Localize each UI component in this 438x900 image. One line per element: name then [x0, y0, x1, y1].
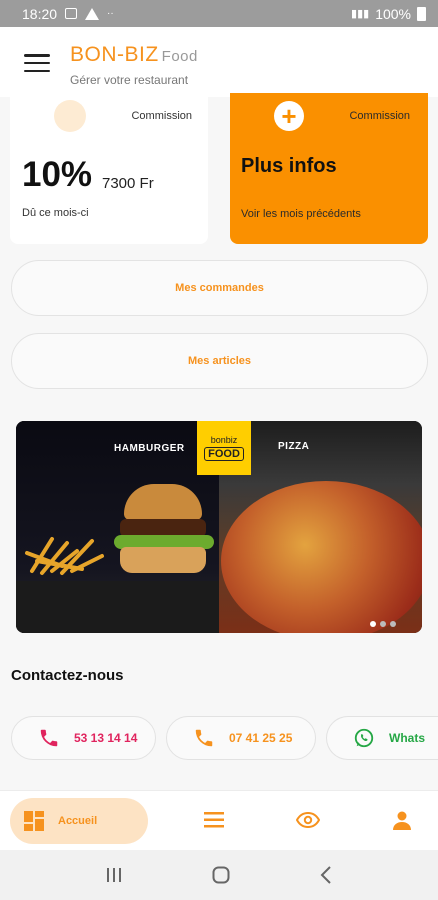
- back-icon[interactable]: [319, 866, 333, 884]
- burger-bun-bottom: [120, 547, 206, 573]
- tray-decoration: [16, 581, 219, 633]
- nav-home-label: Accueil: [58, 815, 98, 827]
- bottom-navigation: Accueil: [0, 790, 438, 850]
- hamburger-label: HAMBURGER: [114, 443, 185, 454]
- logo-bottom-text: FOOD: [204, 447, 244, 461]
- contact-title: Contactez-nous: [11, 667, 124, 684]
- plus-icon[interactable]: +: [274, 101, 304, 131]
- menu-icon[interactable]: [204, 812, 224, 828]
- contact-whatsapp[interactable]: Whats: [326, 716, 438, 760]
- commission-card: Commission 10% 7300 Fr Dû ce mois-ci: [10, 97, 208, 244]
- commission-amount: 7300 Fr: [102, 175, 154, 192]
- contact-phone-2[interactable]: 07 41 25 25: [166, 716, 316, 760]
- home-button-icon[interactable]: [212, 866, 230, 884]
- battery-icon: [417, 6, 426, 21]
- hamburger-menu-icon[interactable]: [24, 54, 50, 72]
- more-notifications-icon: ··: [107, 8, 114, 19]
- user-icon[interactable]: [392, 810, 412, 830]
- commission-icon: [54, 100, 86, 132]
- phone-icon: [40, 729, 58, 747]
- info-commission-label: Commission: [349, 110, 410, 122]
- brand-subtitle: Gérer votre restaurant: [70, 73, 189, 87]
- commission-period: Dû ce mois-ci: [22, 207, 89, 219]
- eye-icon[interactable]: [296, 812, 320, 828]
- commission-percentage: 10%: [22, 155, 93, 194]
- signal-icon: ▮▮▮: [351, 8, 370, 20]
- app-header: BON-BIZ Food Gérer votre restaurant: [0, 27, 438, 97]
- carousel-dot[interactable]: [380, 621, 386, 627]
- nav-home[interactable]: Accueil: [10, 798, 148, 844]
- status-time: 18:20: [22, 5, 58, 22]
- commission-label: Commission: [131, 110, 192, 122]
- system-navigation-bar: [0, 850, 438, 900]
- phone-number-1: 53 13 14 14: [74, 731, 138, 745]
- app-screen: 18:20 ·· ▮▮▮ 100% BON-BIZ Food Gérer votr…: [0, 0, 438, 900]
- carousel-dot[interactable]: [370, 621, 376, 627]
- my-articles-button[interactable]: Mes articles: [11, 333, 428, 389]
- pizza-label: PIZZA: [278, 441, 310, 452]
- logo-top-text: bonbiz: [210, 435, 238, 445]
- battery-percent: 100%: [375, 5, 411, 22]
- carousel-dot[interactable]: [390, 621, 396, 627]
- brand-title: BON-BIZ Food: [70, 43, 198, 67]
- brand-name: BON-BIZ: [70, 43, 159, 66]
- pizza-illustration: [221, 481, 422, 633]
- burger-bun-top: [124, 484, 202, 520]
- more-info-card[interactable]: + Commission Plus infos Voir les mois pr…: [230, 93, 428, 244]
- promo-banner[interactable]: HAMBURGER PIZZA bonbiz FOOD: [16, 421, 422, 633]
- previous-months-link[interactable]: Voir les mois précédents: [241, 208, 361, 220]
- contact-phone-1[interactable]: 53 13 14 14: [11, 716, 156, 760]
- status-bar: 18:20 ·· ▮▮▮ 100%: [0, 0, 438, 27]
- whatsapp-icon: [354, 728, 374, 748]
- fries-illustration: [25, 537, 104, 575]
- brand: BON-BIZ Food Gérer votre restaurant: [70, 43, 198, 87]
- bonbiz-food-logo: bonbiz FOOD: [197, 421, 251, 475]
- carousel-dots[interactable]: [370, 621, 396, 627]
- whatsapp-label: Whats: [389, 731, 425, 745]
- my-orders-button[interactable]: Mes commandes: [11, 260, 428, 316]
- brand-suffix: Food: [161, 48, 198, 65]
- gallery-notification-icon: [65, 8, 78, 19]
- dashboard-icon: [24, 811, 44, 831]
- alert-notification-icon: [85, 7, 100, 20]
- more-info-title: Plus infos: [241, 155, 337, 177]
- phone-icon: [195, 729, 213, 747]
- recent-apps-icon[interactable]: [105, 867, 123, 883]
- phone-number-2: 07 41 25 25: [229, 731, 293, 745]
